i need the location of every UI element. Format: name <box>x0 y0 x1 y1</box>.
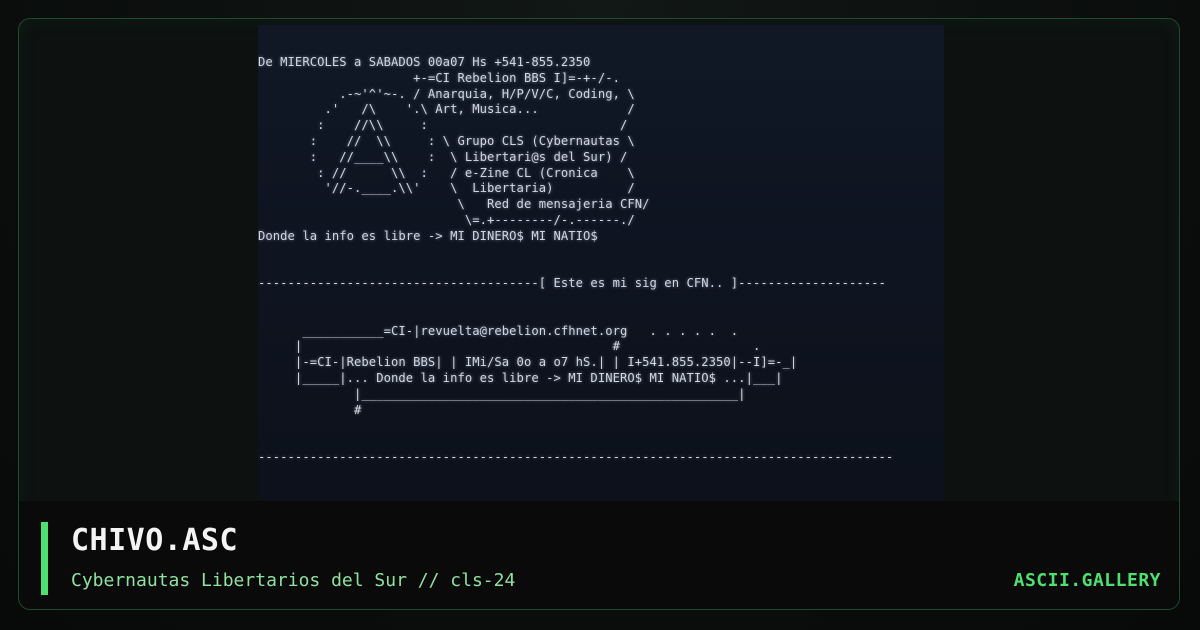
ascii-art-line: --------------------------------------[ … <box>258 276 886 291</box>
ascii-art-line: \ Red de mensajeria CFN/ <box>258 197 650 212</box>
ascii-art-line: : //____\\ : \ Libertari@s del Sur) / <box>258 149 628 164</box>
ascii-art-line: | # . <box>258 339 761 354</box>
art-subtitle: Cybernautas Libertarios del Sur // cls-2… <box>71 570 516 591</box>
ascii-art-line: : // \\ : \ Grupo CLS (Cybernautas \ <box>258 133 635 148</box>
ascii-art-line: .' /\ '.\ Art, Musica... / <box>258 102 635 117</box>
ascii-art-line: # <box>258 402 362 417</box>
ascii-art-line: : //\\ : / <box>258 118 628 133</box>
site-brand-link[interactable]: ASCII.GALLERY <box>1014 569 1161 593</box>
ascii-art-text: De MIERCOLES a SABADOS 00a07 Hs +541-855… <box>258 55 944 466</box>
ascii-art-line: '//-.____.\\' \ Libertaria) / <box>258 181 635 196</box>
ascii-art-line: |_____|... Donde la info es libre -> MI … <box>258 370 783 385</box>
ascii-art-line: Donde la info es libre -> MI DINERO$ MI … <box>258 228 598 243</box>
ascii-art-line: : // \\ : / e-Zine CL (Cronica \ <box>258 165 635 180</box>
art-title: CHIVO.ASC <box>71 523 239 558</box>
ascii-art-preview: De MIERCOLES a SABADOS 00a07 Hs +541-855… <box>258 25 944 501</box>
caption-bar: CHIVO.ASC Cybernautas Libertarios del Su… <box>19 501 1179 609</box>
ascii-art-line: ----------------------------------------… <box>258 449 894 464</box>
ascii-art-line: |_______________________________________… <box>258 386 746 401</box>
ascii-art-line: +-=CI Rebelion BBS I]=-+-/-. <box>258 70 620 85</box>
ascii-art-line: ___________=CI-|revuelta@rebelion.cfhnet… <box>258 323 739 338</box>
card-frame: De MIERCOLES a SABADOS 00a07 Hs +541-855… <box>18 18 1180 610</box>
ascii-art-line: .-~'^'~-. / Anarquia, H/P/V/C, Coding, \ <box>258 86 635 101</box>
ascii-art-line: |-=CI-|Rebelion BBS| | IMi/Sa 0o a o7 hS… <box>258 355 798 370</box>
og-card: De MIERCOLES a SABADOS 00a07 Hs +541-855… <box>0 0 1200 630</box>
ascii-art-line: \=.+--------/-.------./ <box>258 212 635 227</box>
ascii-art-line: De MIERCOLES a SABADOS 00a07 Hs +541-855… <box>258 55 591 69</box>
accent-bar <box>41 522 48 595</box>
